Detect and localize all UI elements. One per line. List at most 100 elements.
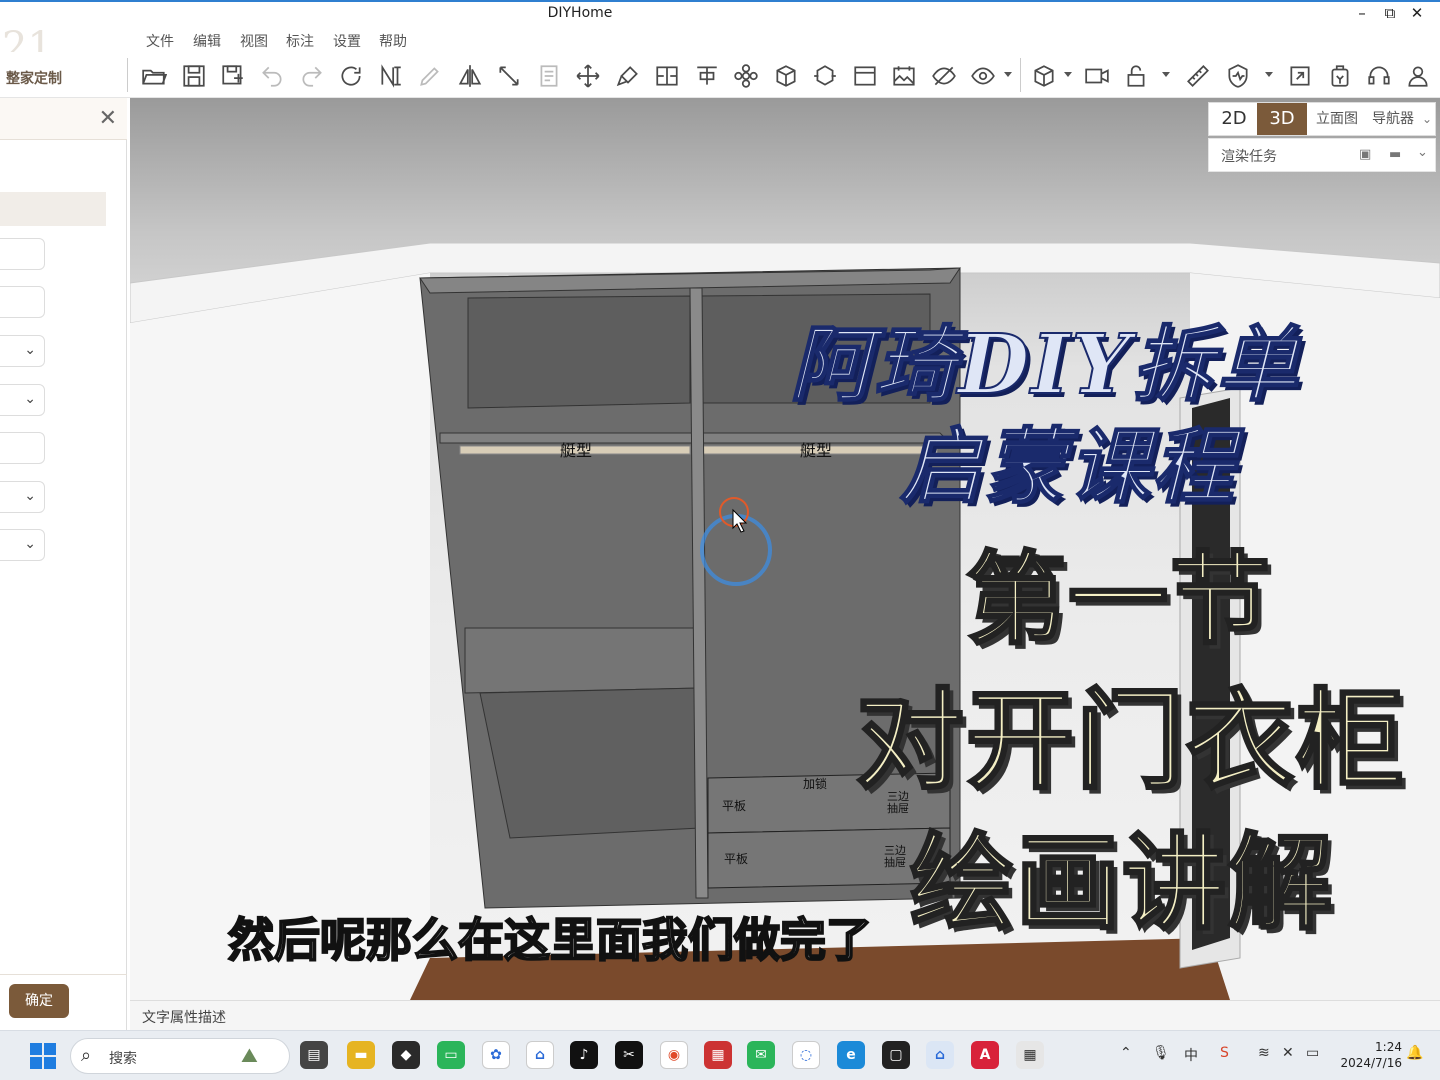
- save-icon[interactable]: [180, 62, 208, 90]
- file-explorer-icon[interactable]: ▬: [347, 1041, 375, 1069]
- volume-mute-icon[interactable]: ✕: [1282, 1045, 1294, 1061]
- ime-indicator[interactable]: 中: [1184, 1045, 1198, 1065]
- restore-button[interactable]: ⧉: [1378, 4, 1402, 22]
- calculator-icon[interactable]: ▦: [1016, 1041, 1044, 1069]
- eye-dropdown-caret[interactable]: [1004, 72, 1012, 77]
- dropdown-select[interactable]: ⌄: [0, 481, 45, 513]
- gear-flower-icon[interactable]: [732, 62, 760, 90]
- overlay-title-5: 绘画讲解: [908, 821, 1335, 946]
- mirror-icon[interactable]: [456, 62, 484, 90]
- menu-view[interactable]: 视图: [240, 31, 268, 51]
- dropdown-select[interactable]: ⌄: [0, 384, 45, 416]
- chevron-down-icon[interactable]: ⌄: [1417, 145, 1428, 160]
- capcut-icon[interactable]: ✂: [615, 1041, 643, 1069]
- window-icon[interactable]: [851, 62, 879, 90]
- sogou-icon[interactable]: S: [1220, 1045, 1229, 1061]
- lock-icon[interactable]: [1122, 62, 1150, 90]
- undo-icon[interactable]: [258, 62, 286, 90]
- ruler-icon[interactable]: [1184, 62, 1212, 90]
- report-icon[interactable]: [535, 62, 563, 90]
- notification-bell-icon[interactable]: 🔔: [1406, 1045, 1423, 1061]
- tab-elevation[interactable]: 立面图: [1311, 103, 1363, 135]
- toolbar-separator: [1020, 58, 1021, 92]
- autocad-icon[interactable]: A: [971, 1041, 999, 1069]
- minimize-button[interactable]: –: [1350, 4, 1374, 22]
- cube-rotate-icon[interactable]: [772, 62, 800, 90]
- split-icon[interactable]: [653, 62, 681, 90]
- lock-label: 加锁: [803, 776, 827, 791]
- chrome-icon[interactable]: ◉: [660, 1041, 688, 1069]
- move-icon[interactable]: [574, 62, 602, 90]
- system-clock[interactable]: 1:24 2024/7/16: [1340, 1039, 1402, 1071]
- microphone-icon[interactable]: 🎙: [1152, 1045, 1170, 1061]
- dimension-icon[interactable]: [377, 62, 405, 90]
- hide-eye-icon[interactable]: [930, 62, 958, 90]
- winrar-icon[interactable]: ▦: [704, 1041, 732, 1069]
- overlay-title-4: 对开门衣柜: [854, 678, 1407, 806]
- tab-3d[interactable]: 3D: [1257, 103, 1307, 135]
- battery-icon[interactable]: ▭: [1306, 1045, 1319, 1061]
- shield-dropdown-caret[interactable]: [1265, 72, 1273, 77]
- save-as-icon[interactable]: [219, 62, 247, 90]
- wifi-icon[interactable]: ≋: [1258, 1045, 1270, 1061]
- text-field[interactable]: [0, 286, 45, 318]
- redo-icon[interactable]: [298, 62, 326, 90]
- app-icon[interactable]: ▭: [437, 1041, 465, 1069]
- task-view-icon[interactable]: ▤: [300, 1041, 328, 1069]
- menu-settings[interactable]: 设置: [333, 31, 361, 51]
- pencil-icon[interactable]: [416, 62, 444, 90]
- chevron-up-icon[interactable]: ⌃: [1120, 1045, 1132, 1061]
- dropdown-select[interactable]: ⌄: [0, 529, 45, 561]
- windows-start-icon[interactable]: [30, 1043, 56, 1069]
- cube-ops-icon[interactable]: [811, 62, 839, 90]
- export-icon[interactable]: [1286, 62, 1314, 90]
- app-icon[interactable]: ◆: [392, 1041, 420, 1069]
- tiktok-icon[interactable]: ♪: [570, 1041, 598, 1069]
- box-view-icon[interactable]: [1030, 62, 1058, 90]
- user-icon[interactable]: [1404, 62, 1432, 90]
- menu-edit[interactable]: 编辑: [193, 31, 221, 51]
- edge-icon[interactable]: e: [837, 1041, 865, 1069]
- tab-2d[interactable]: 2D: [1213, 103, 1255, 135]
- lock-dropdown-caret[interactable]: [1162, 72, 1170, 77]
- status-text: 文字属性描述: [142, 1010, 226, 1026]
- brush-icon[interactable]: [614, 62, 642, 90]
- search-placeholder: 搜索: [109, 1051, 137, 1067]
- diyhome-icon[interactable]: ⌂: [926, 1041, 954, 1069]
- purse-icon[interactable]: [1326, 62, 1354, 90]
- image-icon[interactable]: [890, 62, 918, 90]
- shield-icon[interactable]: [1224, 62, 1252, 90]
- menu-help[interactable]: 帮助: [379, 31, 407, 51]
- app-icon[interactable]: ◌: [792, 1041, 820, 1069]
- confirm-button[interactable]: 确定: [9, 984, 69, 1018]
- dropdown-select[interactable]: ⌄: [0, 335, 45, 367]
- text-field[interactable]: [0, 432, 45, 464]
- headset-icon[interactable]: [1365, 62, 1393, 90]
- open-folder-icon[interactable]: [140, 62, 168, 90]
- close-button[interactable]: ✕: [1405, 4, 1429, 22]
- 3d-viewport[interactable]: 艇型 艇型 加锁 平板 三边 抽屉 平板 三边 抽屉 2D 3D 立面图 导航器…: [130, 98, 1440, 1000]
- render-tasks-bar: 渲染任务 ▣ ▬ ⌄: [1208, 138, 1436, 172]
- eye-icon[interactable]: [969, 62, 997, 90]
- chevron-down-icon: ⌄: [24, 488, 36, 504]
- image-icon[interactable]: ▣: [1359, 147, 1371, 162]
- menu-annotate[interactable]: 标注: [286, 31, 314, 51]
- app-icon[interactable]: ⌂: [526, 1041, 554, 1069]
- close-icon[interactable]: ✕: [99, 106, 117, 131]
- folder-icon[interactable]: ▬: [1389, 147, 1401, 162]
- box-dropdown-caret[interactable]: [1064, 72, 1072, 77]
- panel-section-bar: [0, 192, 106, 226]
- align-icon[interactable]: [693, 62, 721, 90]
- wechat-icon[interactable]: ✉: [747, 1041, 775, 1069]
- chevron-down-icon[interactable]: ⌄: [1419, 103, 1435, 135]
- toolbar-separator: [127, 58, 128, 92]
- measure-icon[interactable]: [495, 62, 523, 90]
- app-icon[interactable]: ✿: [482, 1041, 510, 1069]
- text-field[interactable]: [0, 238, 45, 270]
- menu-file[interactable]: 文件: [146, 31, 174, 51]
- camera-icon[interactable]: [1083, 62, 1111, 90]
- refresh-icon[interactable]: [337, 62, 365, 90]
- tab-navigator[interactable]: 导航器: [1367, 103, 1419, 135]
- app-icon[interactable]: ▢: [882, 1041, 910, 1069]
- taskbar-search[interactable]: ⌕ 搜索 ⛰: [70, 1038, 290, 1074]
